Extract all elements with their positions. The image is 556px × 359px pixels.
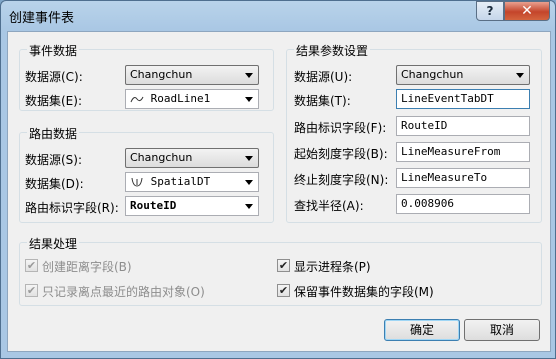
checkmark-icon: ✔ bbox=[26, 259, 37, 272]
result-source-value: Changchun bbox=[401, 68, 464, 81]
chevron-down-icon bbox=[245, 73, 253, 78]
result-dataset-input[interactable]: LineEventTabDT bbox=[396, 89, 530, 109]
event-data-group-title: 事件数据 bbox=[27, 42, 80, 59]
create-distance-field-checkbox[interactable]: ✔ bbox=[25, 259, 38, 272]
route-source-label: 数据源(S): bbox=[25, 153, 83, 167]
title-bar[interactable]: 创建事件表 ? ✕ bbox=[1, 1, 555, 31]
route-field-value: RouteID bbox=[130, 199, 177, 212]
help-icon: ? bbox=[486, 4, 494, 18]
create-distance-field-label: 创建距离字段(B) bbox=[42, 260, 132, 274]
route-source-combo[interactable]: Changchun bbox=[125, 148, 259, 168]
chevron-down-icon bbox=[516, 73, 524, 78]
close-icon: ✕ bbox=[521, 3, 533, 19]
ok-button[interactable]: 确定 bbox=[384, 319, 460, 341]
show-progress-label: 显示进程条(P) bbox=[294, 260, 371, 274]
result-to-field-input[interactable]: LineMeasureTo bbox=[396, 168, 530, 188]
route-data-group-title: 路由数据 bbox=[27, 125, 80, 142]
event-source-value: Changchun bbox=[130, 68, 193, 81]
create-event-table-dialog: 创建事件表 ? ✕ 事件数据 数据源(C): Changchun 数据集(E):… bbox=[0, 0, 556, 359]
result-route-field-input[interactable]: RouteID bbox=[396, 116, 530, 136]
cancel-button[interactable]: 取消 bbox=[464, 319, 540, 341]
nearest-route-only-label: 只记录离点最近的路由对象(O) bbox=[42, 285, 205, 299]
result-to-field-value: LineMeasureTo bbox=[401, 171, 488, 184]
event-dataset-value: RoadLine1 bbox=[150, 92, 211, 105]
result-source-combo[interactable]: Changchun bbox=[396, 65, 530, 85]
route-dataset-value: SpatialDT bbox=[150, 175, 211, 188]
chevron-down-icon bbox=[245, 180, 253, 185]
keep-event-fields-checkbox[interactable]: ✔ bbox=[277, 284, 290, 297]
event-dataset-label: 数据集(E): bbox=[25, 94, 82, 108]
chevron-down-icon bbox=[245, 204, 253, 209]
route-dataset-label: 数据集(D): bbox=[25, 177, 84, 191]
window-title: 创建事件表 bbox=[9, 11, 75, 26]
show-progress-checkbox[interactable]: ✔ bbox=[277, 259, 290, 272]
result-route-field-label: 路由标识字段(F): bbox=[294, 121, 387, 135]
chevron-down-icon bbox=[245, 97, 253, 102]
result-from-field-value: LineMeasureFrom bbox=[401, 145, 501, 158]
checkmark-icon: ✔ bbox=[26, 284, 37, 297]
keep-event-fields-label: 保留事件数据集的字段(M) bbox=[294, 285, 434, 299]
route-field-label: 路由标识字段(R): bbox=[25, 201, 119, 215]
chevron-down-icon bbox=[245, 156, 253, 161]
result-to-field-label: 终止刻度字段(N): bbox=[294, 173, 389, 187]
result-dataset-value: LineEventTabDT bbox=[401, 92, 494, 105]
dialog-client-area: 事件数据 数据源(C): Changchun 数据集(E): RoadLine1… bbox=[7, 31, 551, 352]
result-dataset-label: 数据集(T): bbox=[294, 94, 351, 108]
result-radius-label: 查找半径(A): bbox=[294, 199, 364, 213]
checkmark-icon: ✔ bbox=[278, 259, 289, 272]
checkmark-icon: ✔ bbox=[278, 284, 289, 297]
result-processing-group-title: 结果处理 bbox=[27, 235, 80, 252]
result-route-field-value: RouteID bbox=[401, 119, 448, 132]
result-radius-value: 0.008906 bbox=[401, 197, 454, 210]
result-from-field-input[interactable]: LineMeasureFrom bbox=[396, 142, 530, 162]
help-button[interactable]: ? bbox=[476, 1, 504, 21]
nearest-route-only-checkbox[interactable]: ✔ bbox=[25, 284, 38, 297]
route-dataset-combo[interactable]: SpatialDT bbox=[125, 172, 259, 192]
close-button[interactable]: ✕ bbox=[504, 1, 550, 21]
result-from-field-label: 起始刻度字段(B): bbox=[294, 147, 388, 161]
event-source-combo[interactable]: Changchun bbox=[125, 65, 259, 85]
route-source-value: Changchun bbox=[130, 151, 193, 164]
result-radius-input[interactable]: 0.008906 bbox=[396, 194, 530, 214]
route-field-combo[interactable]: RouteID bbox=[125, 196, 259, 216]
result-source-label: 数据源(U): bbox=[294, 70, 353, 84]
line-dataset-icon bbox=[130, 96, 144, 103]
result-params-group-title: 结果参数设置 bbox=[294, 42, 371, 59]
route-dataset-icon bbox=[131, 177, 143, 187]
event-dataset-combo[interactable]: RoadLine1 bbox=[125, 89, 259, 109]
event-source-label: 数据源(C): bbox=[25, 70, 83, 84]
